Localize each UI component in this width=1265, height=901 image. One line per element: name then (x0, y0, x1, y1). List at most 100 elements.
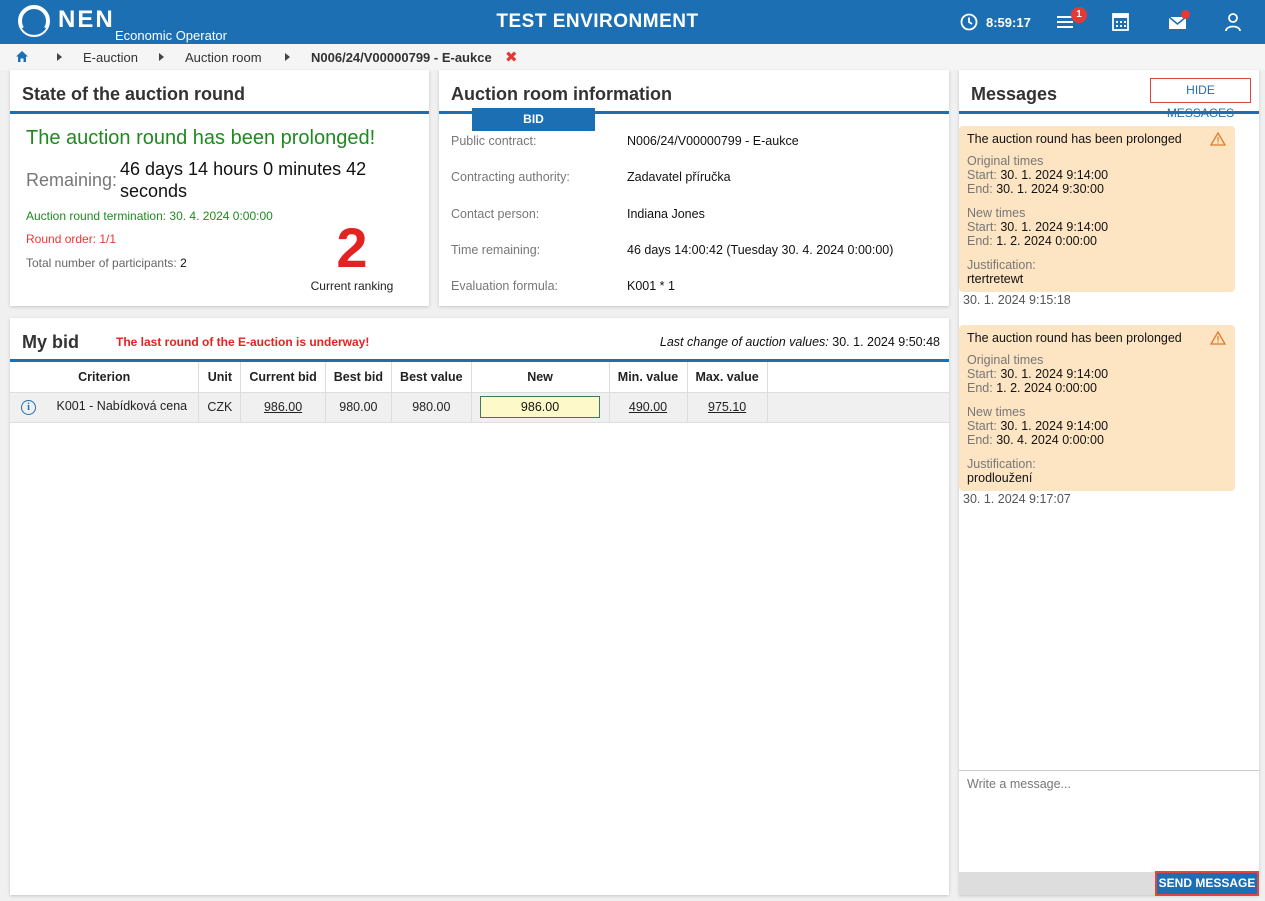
top-bar: NEN Economic Operator TEST ENVIRONMENT 8… (0, 0, 1265, 44)
session-clock: 8:59:17 (960, 13, 1031, 31)
start-value: 30. 1. 2024 9:14:00 (1000, 367, 1109, 381)
message-heading: The auction round has been prolonged (967, 331, 1182, 345)
hide-messages-button[interactable]: HIDE MESSAGES (1150, 78, 1251, 120)
round-termination: Auction round termination: 30. 4. 2024 0… (26, 209, 273, 223)
panel-title: State of the auction round (22, 84, 245, 104)
start-label: Start: (967, 168, 997, 182)
column-header: Min. value (609, 362, 688, 392)
new-times-label: New times (967, 206, 1026, 220)
original-start: Start: 30. 1. 2024 9:14:00 (967, 367, 1227, 381)
send-message-button[interactable]: SEND MESSAGE (1155, 871, 1259, 896)
info-value: K001 * 1 (627, 279, 675, 293)
chevron-right-icon (57, 53, 62, 61)
end-label: End: (967, 182, 993, 196)
column-header: Max. value (687, 362, 768, 392)
end-label: End: (967, 381, 993, 395)
info-value: 46 days 14:00:42 (Tuesday 30. 4. 2024 0:… (627, 243, 894, 257)
max-value-cell: 975.10 (687, 391, 768, 423)
mail-unread-dot (1181, 10, 1190, 19)
current-bid-cell: 986.00 (240, 391, 326, 423)
empty-cell (767, 391, 949, 423)
start-value: 30. 1. 2024 9:14:00 (1000, 419, 1109, 433)
start-label: Start: (967, 220, 997, 234)
message-input[interactable] (959, 771, 1259, 872)
breadcrumb-e-auction[interactable]: E-auction (83, 50, 138, 65)
state-headline: The auction round has been prolonged! (26, 127, 376, 149)
column-header: Best bid (325, 362, 393, 392)
breadcrumb-auction-room[interactable]: Auction room (185, 50, 262, 65)
message-timestamp: 30. 1. 2024 9:17:07 (963, 492, 1071, 506)
original-start: Start: 30. 1. 2024 9:14:00 (967, 168, 1227, 182)
message-item: The auction round has been prolonged Ori… (959, 325, 1235, 491)
original-end: End: 1. 2. 2024 0:00:00 (967, 381, 1227, 395)
original-end: End: 30. 1. 2024 9:30:00 (967, 182, 1227, 196)
justification-value: prodloužení (967, 471, 1033, 485)
close-icon[interactable]: ✖ (505, 48, 518, 66)
round-order: Round order: 1/1 (26, 232, 117, 246)
column-header: Unit (198, 362, 242, 392)
new-value-cell (471, 391, 610, 423)
original-times-label: Original times (967, 154, 1044, 168)
warning-icon (1210, 132, 1226, 146)
remaining-label: Remaining: (26, 170, 118, 190)
max-value-link[interactable]: 975.10 (708, 400, 746, 414)
message-heading: The auction round has been prolonged (967, 132, 1182, 146)
justification-value: rtertretewt (967, 272, 1024, 286)
calculator-icon[interactable] (1110, 12, 1132, 32)
end-value: 1. 2. 2024 0:00:00 (996, 381, 1097, 395)
best-value-cell: 980.00 (391, 391, 472, 423)
last-round-warning: The last round of the E-auction is under… (116, 335, 370, 349)
participants-label: Total number of participants: (26, 256, 177, 270)
chevron-right-icon (159, 53, 164, 61)
info-value: Indiana Jones (627, 207, 705, 221)
message-timestamp: 30. 1. 2024 9:15:18 (963, 293, 1071, 307)
chevron-right-icon (285, 53, 290, 61)
current-bid-link[interactable]: 986.00 (264, 400, 302, 414)
message-compose (959, 770, 1259, 872)
current-ranking-label: Current ranking (310, 279, 394, 293)
new-bid-input[interactable] (480, 396, 601, 418)
start-value: 30. 1. 2024 9:14:00 (1000, 220, 1109, 234)
criterion-name: K001 - Nabídková cena (56, 399, 188, 413)
column-header: Current bid (240, 362, 326, 392)
user-icon[interactable] (1223, 12, 1245, 32)
auction-room-panel: Auction room information Public contract… (439, 70, 949, 306)
last-change-info: Last change of auction values: 30. 1. 20… (660, 335, 940, 349)
home-icon[interactable] (15, 50, 29, 63)
info-icon[interactable]: i (21, 400, 36, 415)
justification-label: Justification: (967, 258, 1036, 272)
justification-label: Justification: (967, 457, 1036, 471)
new-end: End: 30. 4. 2024 0:00:00 (967, 433, 1227, 447)
end-value: 1. 2. 2024 0:00:00 (996, 234, 1097, 248)
best-bid-cell: 980.00 (325, 391, 393, 423)
info-value: N006/24/V00000799 - E-aukce (627, 134, 799, 148)
warning-icon (1210, 331, 1226, 345)
panel-title: Auction room information (451, 84, 672, 104)
unit-cell: CZK (198, 391, 242, 423)
participants-count: Total number of participants: 2 (26, 256, 187, 270)
info-label: Time remaining: (451, 243, 541, 257)
bid-button[interactable]: BID (472, 108, 595, 131)
message-item: The auction round has been prolonged Ori… (959, 126, 1235, 292)
breadcrumb-current: N006/24/V00000799 - E-aukce (311, 50, 492, 65)
panel-title: My bid (22, 332, 79, 352)
column-header-empty (767, 362, 949, 392)
column-header: Best value (391, 362, 472, 392)
min-value-cell: 490.00 (609, 391, 688, 423)
divider (10, 111, 429, 114)
info-label: Contact person: (451, 207, 540, 221)
column-header: New (471, 362, 610, 392)
bid-table: Criterion Unit Current bid Best bid Best… (10, 362, 949, 423)
end-label: End: (967, 433, 993, 447)
new-start: Start: 30. 1. 2024 9:14:00 (967, 220, 1227, 234)
start-value: 30. 1. 2024 9:14:00 (1000, 168, 1109, 182)
last-change-label: Last change of auction values: (659, 335, 829, 349)
info-value: Zadavatel příručka (627, 170, 731, 184)
clock-icon (960, 13, 978, 31)
new-start: Start: 30. 1. 2024 9:14:00 (967, 419, 1227, 433)
panel-title: Messages (971, 84, 1058, 104)
min-value-link[interactable]: 490.00 (629, 400, 667, 414)
remaining-value: 46 days 14 hours 0 minutes 42 seconds (120, 159, 367, 201)
participants-value: 2 (180, 256, 187, 270)
info-label: Contracting authority: (451, 170, 570, 184)
